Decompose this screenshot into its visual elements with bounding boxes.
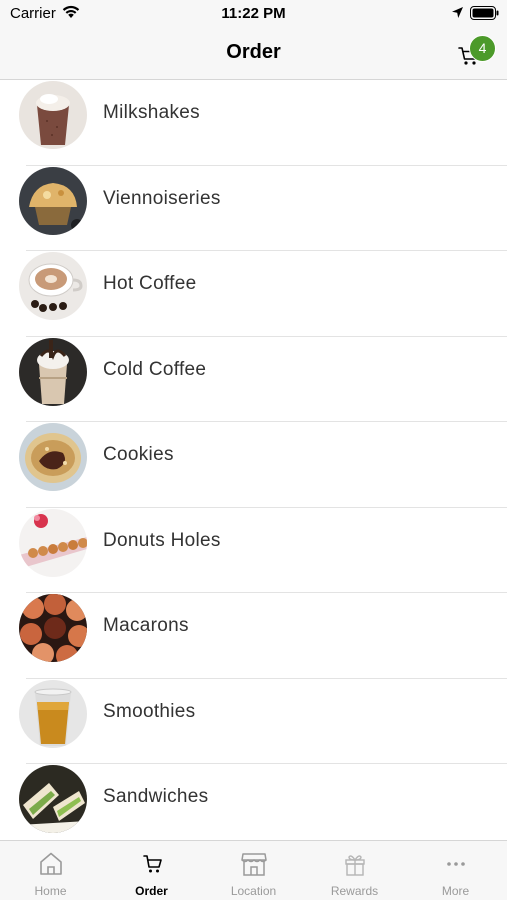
category-label: Sandwiches xyxy=(103,786,209,807)
battery-icon xyxy=(470,6,500,24)
list-item-macarons[interactable]: Macarons xyxy=(0,593,507,679)
gift-icon xyxy=(304,850,405,883)
cart-count-badge: 4 xyxy=(469,35,496,62)
more-icon xyxy=(405,850,506,883)
category-list[interactable]: Milkshakes Viennoiseries Hot Coffee Cold… xyxy=(0,80,507,840)
cart-icon xyxy=(101,850,202,883)
tab-home[interactable]: Home xyxy=(0,841,101,900)
sandwich-photo xyxy=(19,765,87,833)
list-item-sandwiches[interactable]: Sandwiches xyxy=(0,764,507,840)
location-arrow-icon xyxy=(451,6,464,23)
milkshake-photo xyxy=(19,81,87,149)
clock: 11:22 PM xyxy=(221,5,286,22)
list-item-milkshakes[interactable]: Milkshakes xyxy=(0,80,507,166)
list-item-cold-coffee[interactable]: Cold Coffee xyxy=(0,337,507,422)
store-icon xyxy=(203,850,304,883)
list-item-smoothies[interactable]: Smoothies xyxy=(0,679,507,764)
category-label: Viennoiseries xyxy=(103,187,221,209)
tab-order[interactable]: Order xyxy=(101,841,202,900)
category-label: Cold Coffee xyxy=(103,358,207,380)
tab-more[interactable]: More xyxy=(405,841,506,900)
tab-label: Location xyxy=(230,884,277,898)
category-label: Hot Coffee xyxy=(103,273,197,294)
cookie-photo xyxy=(19,423,87,491)
category-label: Macarons xyxy=(103,615,189,636)
list-item-hot-coffee[interactable]: Hot Coffee xyxy=(0,251,507,337)
hot-coffee-photo xyxy=(19,252,87,320)
tab-location[interactable]: Location xyxy=(203,841,304,900)
home-icon xyxy=(0,850,101,883)
navigation-bar: Order 4 xyxy=(0,28,507,80)
tab-rewards[interactable]: Rewards xyxy=(304,841,405,900)
list-item-donut-holes[interactable]: Donuts Holes xyxy=(0,508,507,593)
smoothie-photo xyxy=(19,679,87,748)
cart-button[interactable]: 4 xyxy=(452,35,496,72)
page-title: Order xyxy=(226,41,281,63)
category-label: Smoothies xyxy=(103,700,196,722)
pastry-photo xyxy=(19,166,87,235)
order-screen: Carrier 11:22 PM Order 4 Milkshakes Vien… xyxy=(0,0,507,900)
tab-label: More xyxy=(441,884,470,898)
tab-bar: Home Order Location Rewards More xyxy=(0,840,507,900)
list-item-cookies[interactable]: Cookies xyxy=(0,422,507,508)
donut-holes-photo xyxy=(19,508,87,577)
tab-label: Home xyxy=(34,884,67,898)
macaron-photo xyxy=(19,594,87,662)
category-label: Donuts Holes xyxy=(103,529,221,551)
tab-label: Order xyxy=(135,884,168,898)
category-label: Cookies xyxy=(103,444,174,465)
tab-label: Rewards xyxy=(330,884,379,898)
status-bar: Carrier 11:22 PM xyxy=(0,0,507,28)
category-label: Milkshakes xyxy=(103,102,200,123)
cold-coffee-photo xyxy=(19,337,87,406)
list-item-viennoiseries[interactable]: Viennoiseries xyxy=(0,166,507,251)
